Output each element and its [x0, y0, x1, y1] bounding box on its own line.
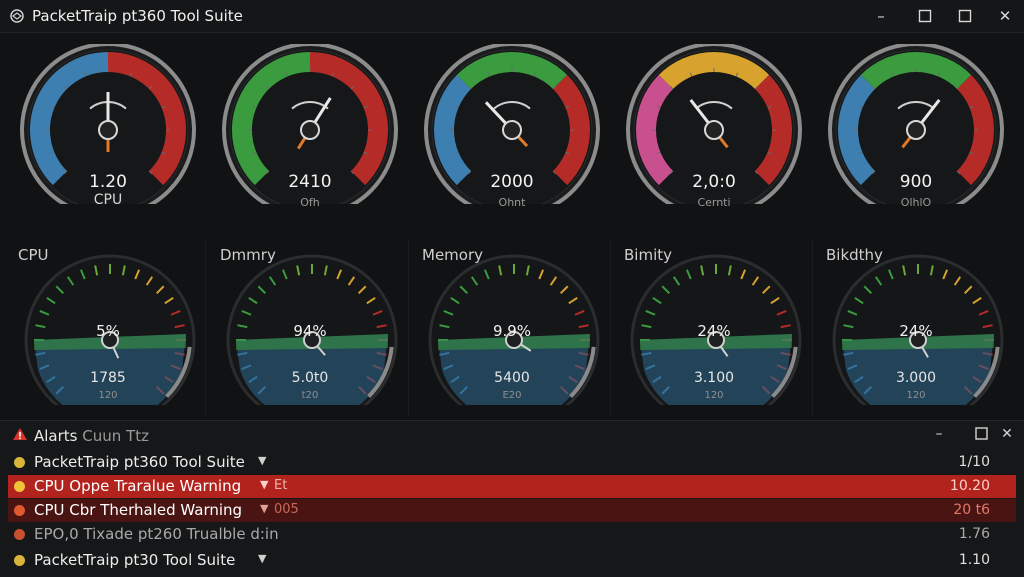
alerts-panel: Alarts Cuun Ttz – ✕ PacketTraip pt360 To… — [0, 420, 1024, 577]
gauge-label: Cernti — [697, 196, 731, 209]
alerts-header: Alarts Cuun Ttz – ✕ — [0, 421, 1024, 449]
gauge-5: 900 OlhlO — [826, 44, 1006, 209]
window-title: PacketTraip pt360 Tool Suite — [32, 7, 243, 25]
gauge-4: 2,0:0 Cernti — [624, 44, 804, 209]
alerts-title: Alarts Cuun Ttz — [34, 427, 149, 445]
mini-gauge-2: Dmmry 94% 5.0t0 t20 — [220, 240, 400, 405]
app-logo-icon — [10, 9, 24, 23]
gauge-percent: 24% — [697, 322, 731, 340]
gauge-sub: 120 — [98, 390, 118, 401]
gauge-percent: 5% — [96, 322, 120, 340]
alert-text: PacketTraip pt360 Tool Suite — [34, 453, 245, 471]
gauge-percent: 9.9% — [492, 322, 532, 340]
alert-row[interactable]: PacketTraip pt360 Tool Suite ▼ 1/10 — [8, 451, 1016, 474]
gauge-hub — [704, 120, 724, 140]
maximize-icon — [974, 427, 988, 440]
mini-gauge-5: Bikdthy 24% 3.000 120 — [826, 240, 1006, 405]
alert-row-warning[interactable]: CPU Cbr Therhaled Warning ▼ 005 20 t6 — [8, 499, 1016, 522]
maximize-icon — [958, 9, 972, 23]
gauge-label: Ohnt — [498, 196, 526, 209]
gauge-percent: 94% — [293, 322, 327, 340]
chevron-down-icon[interactable]: ▼ — [260, 502, 268, 515]
alert-time: 20 t6 — [953, 502, 990, 518]
gauge-value: 2410 — [288, 172, 332, 192]
gauge-value: 3.100 — [693, 370, 735, 386]
alerts-minimize-button[interactable]: – — [928, 423, 950, 445]
maximize-button[interactable] — [950, 4, 980, 28]
gauge-value: 5400 — [494, 370, 530, 386]
alert-text: CPU Oppe Traralue Warning — [34, 477, 242, 495]
mini-gauge-4: Bimity 24% 3.100 120 — [624, 240, 804, 405]
severity-dot-icon — [14, 457, 25, 468]
gauge-hub — [98, 120, 118, 140]
gauge-label: Ofh — [300, 196, 320, 209]
gauge-sub: 120 — [704, 390, 724, 401]
severity-dot-icon — [14, 529, 25, 540]
gauge-hub — [906, 120, 926, 140]
alert-text: CPU Cbr Therhaled Warning — [34, 501, 243, 519]
alert-text: EPO,0 Tixade pt260 Trualble d:in — [34, 525, 279, 543]
gauge-2: 2410 Ofh — [220, 44, 400, 209]
severity-dot-icon — [14, 481, 25, 492]
chevron-down-icon[interactable]: ▼ — [258, 552, 266, 565]
title-bar: PacketTraip pt360 Tool Suite – ✕ — [0, 0, 1024, 33]
gauge-cpu: 1.20 CPU — [18, 44, 198, 208]
alert-extra: Et — [274, 478, 288, 493]
alert-text: PacketTraip pt30 Tool Suite — [34, 551, 236, 569]
gauge-3: 2000 Ohnt — [422, 44, 602, 209]
gauge-value: 1785 — [90, 370, 126, 386]
gauge-hub — [502, 120, 522, 140]
severity-dot-icon — [14, 555, 25, 566]
gauge-value: 1.20 — [89, 172, 127, 192]
gauge-sub: 120 — [906, 390, 926, 401]
close-button[interactable]: ✕ — [990, 4, 1020, 28]
gauge-hub — [300, 120, 320, 140]
alert-row-warning[interactable]: CPU Oppe Traralue Warning ▼ Et 10.20 — [8, 475, 1016, 498]
gauge-sub: t20 — [301, 390, 319, 401]
alert-row[interactable]: EPO,0 Tixade pt260 Trualble d:in 1.76 — [8, 523, 1016, 546]
minimize-button[interactable]: – — [866, 4, 896, 28]
gauge-value: 2000 — [490, 172, 534, 192]
gauge-label: OlhlO — [900, 196, 932, 209]
alert-extra: 005 — [274, 502, 299, 517]
panel-label: Dmmry — [220, 246, 276, 264]
mid-gauge-row: CPU 5% 1785 120 Dmmry 94% 5.0t0 t20 Memo… — [0, 240, 1024, 415]
alert-row[interactable]: PacketTraip pt30 Tool Suite ▼ 1.10 — [8, 549, 1016, 572]
alerts-maximize-button[interactable] — [970, 423, 992, 445]
chevron-down-icon[interactable]: ▼ — [260, 478, 268, 491]
chevron-down-icon[interactable]: ▼ — [258, 454, 266, 467]
gauge-value: 900 — [899, 172, 933, 192]
severity-dot-icon — [14, 505, 25, 516]
restore-icon — [918, 9, 932, 23]
panel-label: Bimity — [624, 246, 672, 264]
gauge-value: 3.000 — [895, 370, 937, 386]
alerts-title-suffix: Cuun Ttz — [82, 427, 149, 445]
top-gauge-row: 1.20 CPU 2410 Ofh 2000 Ohnt 2,0:0 Cernti… — [0, 44, 1024, 234]
gauge-sub: E20 — [502, 390, 522, 401]
gauge-percent: 24% — [899, 322, 933, 340]
mini-gauge-memory: Memory 9.9% 5400 E20 — [422, 240, 602, 405]
alerts-title-text: Alarts — [34, 427, 78, 445]
alert-time: 1.76 — [958, 526, 990, 542]
gauge-value: 5.0t0 — [291, 370, 329, 386]
gauge-label: CPU — [93, 192, 123, 208]
restore-button[interactable] — [910, 4, 940, 28]
alert-time: 10.20 — [949, 478, 990, 494]
gauge-value: 2,0:0 — [692, 172, 736, 192]
alert-time: 1.10 — [958, 552, 990, 568]
alert-time: 1/10 — [958, 454, 990, 470]
warning-icon — [13, 428, 27, 440]
panel-label: Memory — [422, 246, 484, 264]
mini-gauge-cpu: CPU 5% 1785 120 — [18, 240, 198, 405]
panel-label: Bikdthy — [826, 246, 883, 264]
alerts-close-button[interactable]: ✕ — [996, 423, 1018, 445]
panel-label: CPU — [18, 246, 49, 264]
